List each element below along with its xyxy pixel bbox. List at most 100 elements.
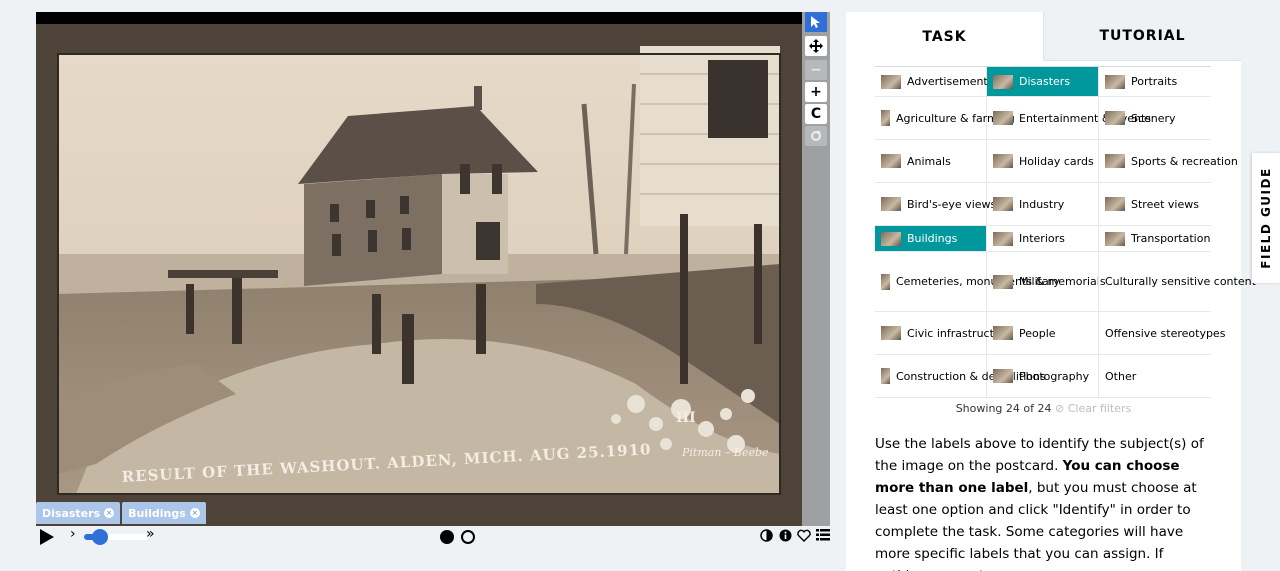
choice-scenery[interactable]: Scenery	[1099, 97, 1211, 139]
choice-buildings[interactable]: Buildings	[875, 226, 987, 251]
info-icon[interactable]	[778, 527, 792, 543]
minus-icon: −	[810, 62, 822, 78]
choice-label: Street views	[1131, 197, 1199, 211]
chip-buildings[interactable]: Buildings ×	[122, 502, 206, 524]
choice-thumbnail	[881, 326, 901, 340]
choices-row: Civic infrastructure People Offensive ster…	[875, 312, 1225, 355]
choice-offensive-stereotypes[interactable]: Offensive stereotypes	[1099, 312, 1225, 354]
play-icon[interactable]	[40, 529, 54, 545]
rotate-button[interactable]: C	[805, 104, 827, 124]
choice-interiors[interactable]: Interiors	[987, 226, 1099, 251]
viewer-toolbar: − + C	[802, 12, 830, 526]
chip-label: Disasters	[42, 506, 101, 520]
choice-label: Animals	[907, 154, 951, 168]
speed-slider-handle[interactable]	[92, 529, 108, 545]
choice-cemeteries-monuments-memorials[interactable]: Cemeteries, monuments & memorials	[875, 252, 1106, 311]
choice-thumbnail	[993, 274, 1013, 289]
choice-industry[interactable]: Industry	[987, 183, 1099, 225]
choices-row: Bird's-eye views Industry Street views	[875, 183, 1211, 226]
survey-choices-grid: Advertisement Disasters Portraits Agricultu…	[875, 66, 1256, 398]
choice-entertainment-events[interactable]: Entertainment & events	[987, 97, 1151, 139]
postcard-image[interactable]: RESULT OF THE WASHOUT. ALDEN, MICH. AUG …	[36, 24, 802, 526]
choice-thumbnail	[993, 231, 1013, 246]
frame-selector	[440, 530, 475, 544]
choice-culturally-sensitive-content[interactable]: Culturally sensitive content	[1099, 252, 1256, 311]
choice-military[interactable]: Military	[987, 252, 1099, 311]
choice-thumbnail	[881, 231, 901, 246]
choice-thumbnail	[993, 326, 1013, 340]
choice-thumbnail	[881, 273, 890, 290]
choice-sports-recreation[interactable]: Sports & recreation	[1099, 140, 1238, 182]
choice-label: Holiday cards	[1019, 154, 1094, 168]
choice-people[interactable]: People	[987, 312, 1099, 354]
move-arrows-icon[interactable]	[805, 36, 827, 56]
close-icon[interactable]: ×	[189, 508, 200, 518]
choice-advertisement[interactable]: Advertisement	[875, 67, 988, 96]
choice-label: Offensive stereotypes	[1105, 326, 1226, 340]
choice-thumbnail	[1105, 111, 1125, 125]
choice-thumbnail	[881, 154, 901, 168]
heart-icon[interactable]	[797, 527, 811, 543]
choice-thumbnail	[993, 197, 1013, 211]
zoom-out-button[interactable]: −	[805, 60, 827, 80]
zoom-in-button[interactable]: +	[805, 82, 827, 102]
choice-thumbnail	[993, 154, 1013, 168]
showing-count: Showing 24 of 24 ⊘ Clear filters	[846, 402, 1241, 415]
choices-row: Buildings Interiors Transportation	[875, 226, 1211, 252]
faster-icon[interactable]: »	[146, 526, 155, 542]
clear-filters-label: Clear filters	[1067, 402, 1132, 415]
choice-holiday-cards[interactable]: Holiday cards	[987, 140, 1099, 182]
clear-filters-button[interactable]: ⊘ Clear filters	[1055, 402, 1131, 415]
choice-thumbnail	[993, 369, 1013, 383]
task-instructions: Use the labels above to identify the sub…	[875, 433, 1215, 571]
choice-thumbnail	[881, 110, 890, 126]
choices-row: Cemeteries, monuments & memorialsMilitar…	[875, 252, 1256, 312]
choice-thumbnail	[1105, 154, 1125, 168]
choice-photography[interactable]: Photography	[987, 355, 1099, 397]
choice-thumbnail	[881, 74, 901, 89]
choice-other[interactable]: Other	[1099, 355, 1211, 397]
choice-disasters[interactable]: Disasters	[987, 67, 1099, 96]
slower-icon[interactable]: ›	[70, 526, 76, 542]
close-icon[interactable]: ×	[104, 508, 115, 518]
choice-bird-s-eye-views[interactable]: Bird's-eye views	[875, 183, 996, 225]
subject-viewer: RESULT OF THE WASHOUT. ALDEN, MICH. AUG …	[36, 12, 830, 526]
speed-slider[interactable]	[84, 529, 148, 545]
choice-label: Buildings	[907, 232, 958, 245]
frame-dot-2[interactable]	[461, 530, 475, 544]
choice-label: Interiors	[1019, 232, 1065, 245]
choice-thumbnail	[881, 197, 901, 211]
choice-animals[interactable]: Animals	[875, 140, 987, 182]
chip-disasters[interactable]: Disasters ×	[36, 502, 121, 524]
task-panel: TASK TUTORIAL Advertisement Disasters Port…	[846, 12, 1256, 571]
choice-agriculture-farming[interactable]: Agriculture & farming	[875, 97, 1015, 139]
tab-tutorial[interactable]: TUTORIAL	[1043, 12, 1241, 61]
choice-label: Military	[1019, 275, 1060, 288]
choice-street-views[interactable]: Street views	[1099, 183, 1211, 225]
choices-row: Animals Holiday cards Sports & recreation	[875, 140, 1238, 183]
reset-icon	[811, 130, 821, 141]
tab-task[interactable]: TASK	[846, 12, 1043, 61]
choice-civic-infrastructure[interactable]: Civic infrastructure	[875, 312, 1012, 354]
reset-button[interactable]	[805, 126, 827, 146]
field-guide-button[interactable]: FIELD GUIDE	[1252, 153, 1280, 283]
plus-icon: +	[810, 84, 822, 100]
choice-thumbnail	[1105, 74, 1125, 89]
choice-thumbnail	[993, 74, 1013, 89]
choice-portraits[interactable]: Portraits	[1099, 67, 1211, 96]
playback-controls: › »	[36, 526, 830, 548]
choice-label: Scenery	[1131, 111, 1176, 125]
choice-thumbnail	[1105, 197, 1125, 211]
collections-list-icon[interactable]	[816, 527, 830, 543]
choice-label: Transportation	[1131, 232, 1211, 245]
selected-label-chips: Disasters × Buildings ×	[36, 502, 206, 524]
frame-dot-1[interactable]	[440, 530, 454, 544]
choice-thumbnail	[993, 111, 1013, 125]
field-guide-label: FIELD GUIDE	[1259, 167, 1273, 269]
invert-contrast-icon[interactable]	[759, 527, 773, 543]
choice-transportation[interactable]: Transportation	[1099, 226, 1211, 251]
arrow-pointer-icon[interactable]	[805, 12, 827, 32]
viewer-utility-icons	[759, 527, 830, 543]
choice-label: Culturally sensitive content	[1105, 275, 1256, 288]
choice-construction-demolitions[interactable]: Construction & demolitions	[875, 355, 1046, 397]
